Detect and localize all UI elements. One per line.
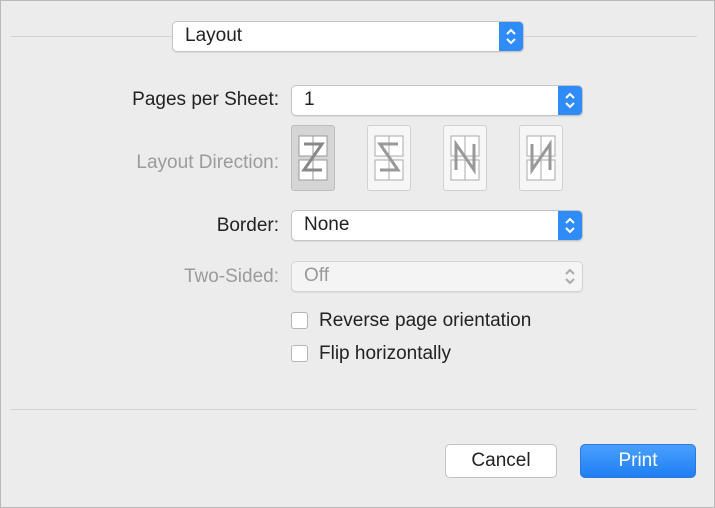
print-button[interactable]: Print	[580, 444, 696, 478]
border-select[interactable]: None	[291, 210, 583, 241]
z-direction-icon[interactable]	[291, 125, 335, 191]
pages-per-sheet-value: 1	[304, 89, 315, 110]
cancel-button[interactable]: Cancel	[445, 444, 557, 478]
layout-direction-label: Layout Direction:	[136, 152, 279, 173]
n-reverse-direction-icon[interactable]	[443, 125, 487, 191]
pages-per-sheet-select[interactable]: 1	[291, 85, 583, 116]
print-dialog: Layout Pages per Sheet: 1 Layout Directi…	[0, 0, 715, 508]
border-value: None	[304, 214, 350, 235]
flip-horizontally-checkbox[interactable]	[291, 345, 308, 362]
divider-bottom	[11, 409, 697, 410]
n-direction-icon[interactable]	[519, 125, 563, 191]
chevron-updown-icon	[499, 22, 523, 51]
two-sided-value: Off	[304, 265, 329, 286]
chevron-updown-icon	[558, 211, 582, 240]
chevron-updown-icon	[558, 262, 582, 291]
two-sided-label: Two-Sided:	[183, 266, 279, 287]
section-popup-value: Layout	[185, 25, 243, 46]
pages-per-sheet-label: Pages per Sheet:	[132, 89, 279, 110]
reverse-z-direction-icon[interactable]	[367, 125, 411, 191]
chevron-updown-icon	[558, 86, 582, 115]
section-popup[interactable]: Layout	[172, 21, 524, 52]
reverse-orientation-checkbox[interactable]	[291, 312, 308, 329]
border-label: Border:	[216, 215, 279, 236]
two-sided-select[interactable]: Off	[291, 261, 583, 292]
flip-horizontally-label[interactable]: Flip horizontally	[319, 343, 451, 365]
reverse-orientation-label[interactable]: Reverse page orientation	[319, 310, 531, 332]
